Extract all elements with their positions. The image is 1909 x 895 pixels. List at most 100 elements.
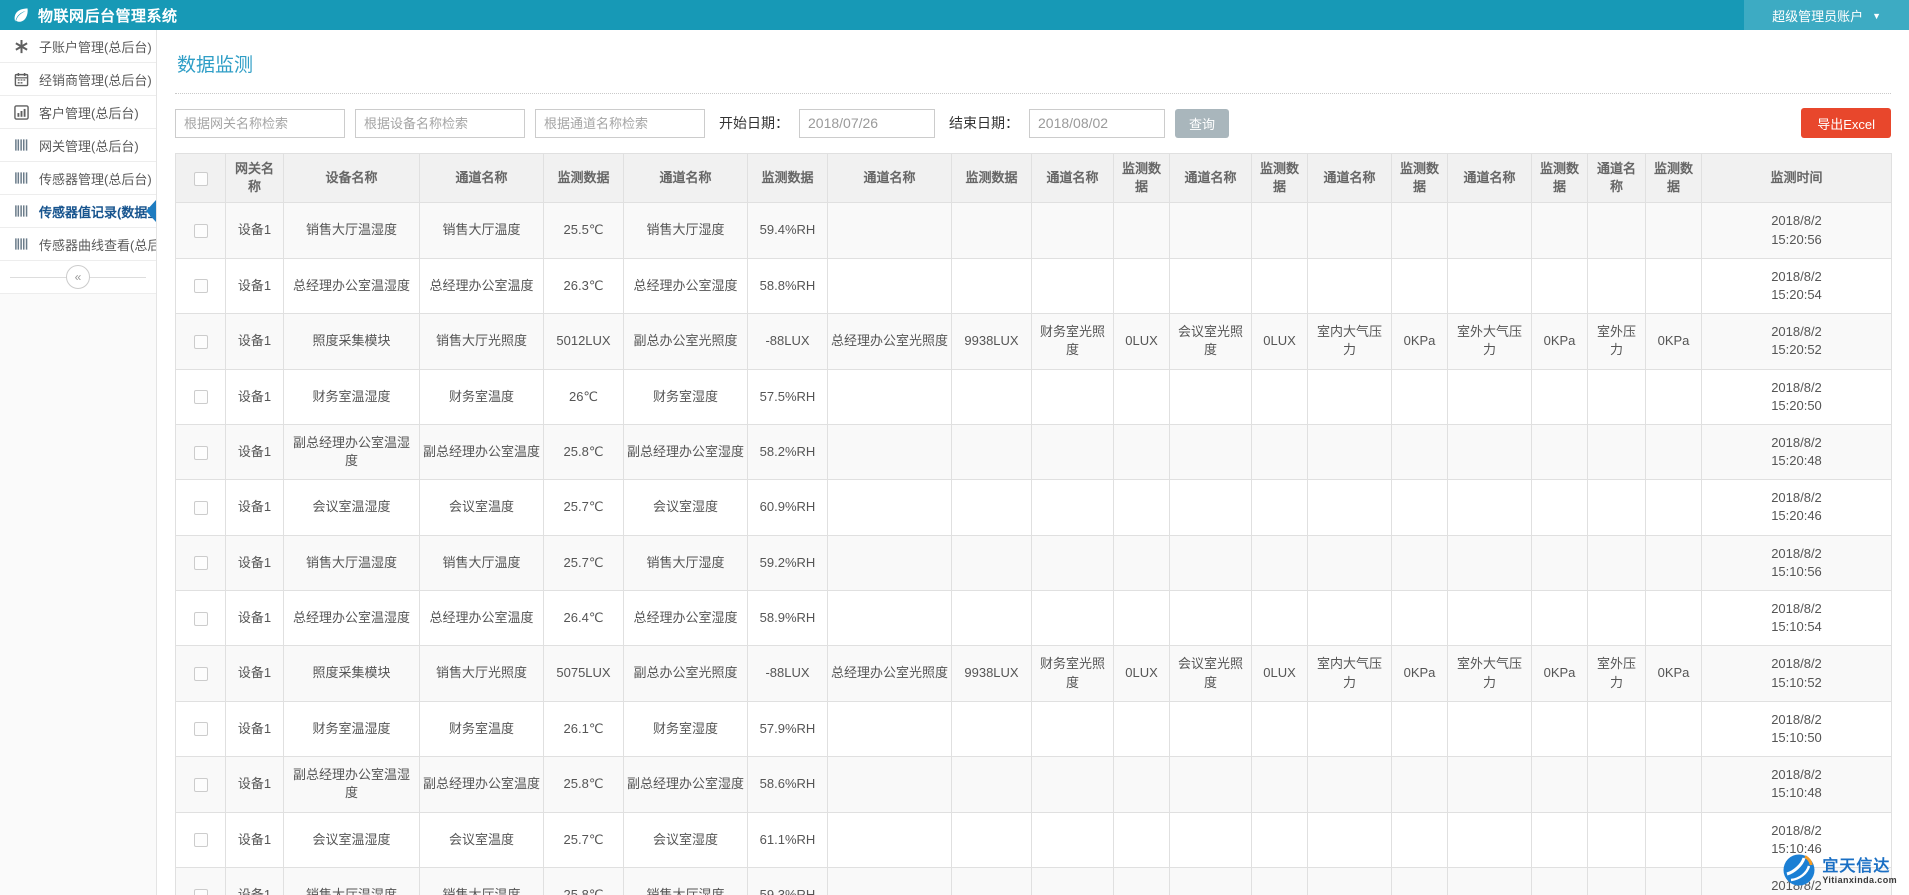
row-select-cell [176, 203, 226, 258]
channel-name-cell [1308, 812, 1392, 867]
sidebar-item[interactable]: 传感器曲线查看(总后 [0, 228, 156, 261]
channel-name-cell [1032, 424, 1114, 479]
channel-name-cell: 销售大厅湿度 [624, 203, 748, 258]
calendar-icon [13, 71, 30, 87]
row-checkbox[interactable] [194, 390, 208, 404]
monitor-value-cell [1114, 258, 1170, 313]
sidebar-item[interactable]: 经销商管理(总后台) [0, 63, 156, 96]
sidebar-item[interactable]: 网关管理(总后台) [0, 129, 156, 162]
channel-name-cell: 总经理办公室光照度 [828, 646, 952, 701]
export-excel-button[interactable]: 导出Excel [1801, 108, 1891, 138]
monitor-value-cell: 61.1%RH [748, 812, 828, 867]
row-checkbox[interactable] [194, 889, 208, 895]
page-title: 数据监测 [177, 50, 1891, 77]
row-checkbox[interactable] [194, 224, 208, 238]
channel-name-cell: 副总经理办公室温度 [420, 424, 544, 479]
channel-name-cell [1308, 480, 1392, 535]
monitor-value-cell [1392, 258, 1448, 313]
row-checkbox[interactable] [194, 335, 208, 349]
row-checkbox[interactable] [194, 833, 208, 847]
column-header: 设备名称 [284, 154, 420, 203]
channel-name-cell: 室内大气压力 [1308, 314, 1392, 369]
row-checkbox[interactable] [194, 501, 208, 515]
channel-name-cell [1588, 203, 1646, 258]
channel-name-cell [828, 757, 952, 812]
row-checkbox[interactable] [194, 667, 208, 681]
end-date-input[interactable] [1029, 109, 1165, 138]
channel-name-cell [1588, 535, 1646, 590]
channel-name-cell: 会议室温度 [420, 480, 544, 535]
sidebar-item[interactable]: 传感器值记录(数据查 [0, 195, 156, 228]
channel-name-cell [828, 203, 952, 258]
channel-name-cell [1032, 757, 1114, 812]
monitor-value-cell: 25.8℃ [544, 424, 624, 479]
monitor-value-cell: 25.8℃ [544, 757, 624, 812]
monitor-value-cell [1646, 535, 1702, 590]
row-checkbox[interactable] [194, 612, 208, 626]
channel-name-cell: 副总经理办公室湿度 [624, 757, 748, 812]
row-checkbox[interactable] [194, 556, 208, 570]
channel-name-cell [1448, 535, 1532, 590]
watermark-domain: Yitianxinda.com [1822, 876, 1897, 885]
sidebar-item[interactable]: 传感器管理(总后台) [0, 162, 156, 195]
monitor-value-cell [1646, 480, 1702, 535]
sidebar-item[interactable]: 子账户管理(总后台) [0, 30, 156, 63]
column-header: 通道名称 [1588, 154, 1646, 203]
row-checkbox[interactable] [194, 722, 208, 736]
table-row: 设备1销售大厅温湿度销售大厅温度25.7℃销售大厅湿度59.2%RH2018/8… [176, 535, 1892, 590]
sidebar-collapse-toggle[interactable]: « [0, 261, 156, 294]
gateway-name-cell: 设备1 [226, 701, 284, 756]
row-checkbox[interactable] [194, 279, 208, 293]
monitor-value-cell [952, 757, 1032, 812]
row-select-cell [176, 646, 226, 701]
gateway-search-input[interactable] [175, 109, 345, 138]
channel-name-cell: 室内大气压力 [1308, 646, 1392, 701]
select-all-checkbox[interactable] [194, 172, 208, 186]
column-header: 监测数据 [1114, 154, 1170, 203]
device-name-cell: 总经理办公室温湿度 [284, 258, 420, 313]
query-button[interactable]: 查询 [1175, 109, 1229, 138]
device-search-input[interactable] [355, 109, 525, 138]
channel-name-cell [1308, 258, 1392, 313]
channel-name-cell [1588, 369, 1646, 424]
channel-name-cell: 财务室温度 [420, 369, 544, 424]
channel-name-cell [1588, 591, 1646, 646]
table-row: 设备1销售大厅温湿度销售大厅温度25.5℃销售大厅湿度59.4%RH2018/8… [176, 203, 1892, 258]
monitor-time-cell: 2018/8/215:20:46 [1702, 480, 1892, 535]
channel-name-cell [1032, 258, 1114, 313]
start-date-input[interactable] [799, 109, 935, 138]
barcode-icon [13, 137, 30, 153]
channel-name-cell: 会议室光照度 [1170, 314, 1252, 369]
column-header: 监测数据 [952, 154, 1032, 203]
channel-name-cell [1170, 480, 1252, 535]
monitor-value-cell: 25.5℃ [544, 203, 624, 258]
monitor-value-cell: 0KPa [1532, 314, 1588, 369]
channel-name-cell [1308, 203, 1392, 258]
row-select-cell [176, 480, 226, 535]
monitor-value-cell [1392, 203, 1448, 258]
channel-name-cell [1308, 867, 1392, 895]
row-select-cell [176, 535, 226, 590]
monitor-value-cell [1114, 867, 1170, 895]
monitor-value-cell [1646, 757, 1702, 812]
row-checkbox[interactable] [194, 778, 208, 792]
channel-name-cell [1448, 480, 1532, 535]
channel-name-cell: 室外压力 [1588, 314, 1646, 369]
device-name-cell: 照度采集模块 [284, 314, 420, 369]
monitor-value-cell: 0KPa [1646, 646, 1702, 701]
monitor-value-cell [1252, 535, 1308, 590]
sidebar-item[interactable]: 客户管理(总后台) [0, 96, 156, 129]
monitor-value-cell [1532, 701, 1588, 756]
monitor-value-cell: 57.9%RH [748, 701, 828, 756]
channel-search-input[interactable] [535, 109, 705, 138]
monitor-value-cell [1252, 812, 1308, 867]
column-header: 监测数据 [544, 154, 624, 203]
device-name-cell: 会议室温湿度 [284, 480, 420, 535]
monitor-value-cell [1532, 535, 1588, 590]
monitor-value-cell [952, 867, 1032, 895]
monitor-value-cell [1646, 591, 1702, 646]
monitor-value-cell [1646, 867, 1702, 895]
account-menu[interactable]: 超级管理员账户 ▼ [1744, 0, 1909, 30]
row-checkbox[interactable] [194, 446, 208, 460]
monitor-value-cell [1532, 757, 1588, 812]
